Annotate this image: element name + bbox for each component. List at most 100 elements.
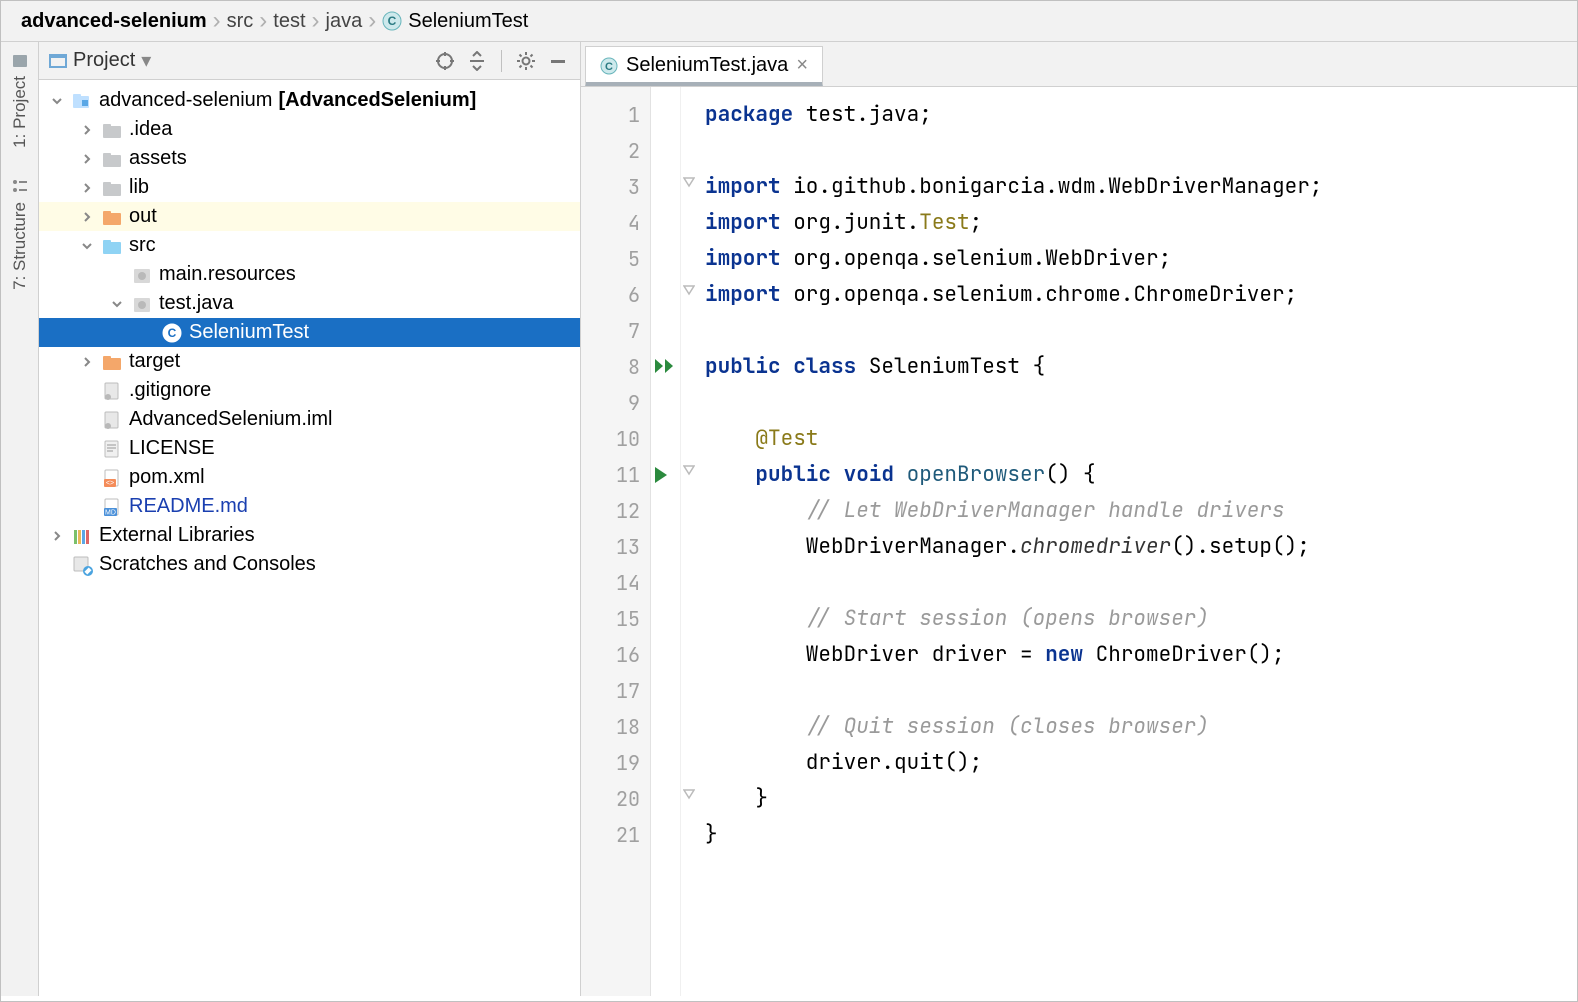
tree-item-label: out bbox=[129, 205, 157, 228]
run-test-icon[interactable] bbox=[655, 465, 671, 485]
line-number: 19 bbox=[587, 745, 640, 781]
class-icon: C bbox=[382, 11, 402, 31]
fold-gutter[interactable] bbox=[681, 87, 701, 996]
tree-item[interactable]: test.java bbox=[39, 289, 580, 318]
tree-item-label: .gitignore bbox=[129, 379, 211, 402]
tree-item[interactable]: advanced-selenium [AdvancedSelenium] bbox=[39, 86, 580, 115]
folder-orange-icon bbox=[101, 206, 123, 228]
code-line[interactable]: // Let WebDriverManager handle drivers bbox=[705, 493, 1567, 529]
panel-title: Project bbox=[73, 49, 135, 72]
fold-icon[interactable] bbox=[683, 177, 695, 193]
code-line[interactable]: public class SeleniumTest { bbox=[705, 349, 1567, 385]
code-line[interactable]: @Test bbox=[705, 421, 1567, 457]
tree-item[interactable]: <>pom.xml bbox=[39, 463, 580, 492]
breadcrumb-item[interactable]: SeleniumTest bbox=[408, 10, 528, 33]
tree-item[interactable]: LICENSE bbox=[39, 434, 580, 463]
line-number: 4 bbox=[587, 205, 640, 241]
locate-icon[interactable] bbox=[433, 49, 457, 73]
tree-item[interactable]: .idea bbox=[39, 115, 580, 144]
fold-icon[interactable] bbox=[683, 285, 695, 301]
chevron-down-icon[interactable] bbox=[79, 238, 95, 254]
editor-tab[interactable]: C SeleniumTest.java × bbox=[585, 46, 823, 86]
tree-item[interactable]: out bbox=[39, 202, 580, 231]
code-line[interactable]: package test.java; bbox=[705, 97, 1567, 133]
breadcrumb-item[interactable]: advanced-selenium bbox=[21, 10, 207, 33]
run-class-icon[interactable] bbox=[655, 357, 677, 377]
line-number: 9 bbox=[587, 385, 640, 421]
close-icon[interactable]: × bbox=[796, 54, 808, 77]
tree-item-label: advanced-selenium bbox=[99, 89, 272, 112]
breadcrumb-separator: › bbox=[368, 9, 376, 33]
dropdown-icon[interactable]: ▾ bbox=[141, 48, 151, 73]
project-tree[interactable]: advanced-selenium [AdvancedSelenium].ide… bbox=[39, 80, 580, 996]
code-line[interactable]: // Start session (opens browser) bbox=[705, 601, 1567, 637]
editor-tabbar: C SeleniumTest.java × bbox=[581, 42, 1577, 87]
run-marker-gutter[interactable] bbox=[651, 87, 681, 996]
structure-icon bbox=[11, 178, 29, 196]
folder-orange-icon bbox=[101, 351, 123, 373]
line-number: 3 bbox=[587, 169, 640, 205]
code-line[interactable]: // Quit session (closes browser) bbox=[705, 709, 1567, 745]
tree-item[interactable]: lib bbox=[39, 173, 580, 202]
tree-item-label: src bbox=[129, 234, 156, 257]
tree-item[interactable]: CSeleniumTest bbox=[39, 318, 580, 347]
collapse-all-icon[interactable] bbox=[465, 49, 489, 73]
tree-item[interactable]: External Libraries bbox=[39, 521, 580, 550]
gear-icon[interactable] bbox=[514, 49, 538, 73]
breadcrumb-item[interactable]: java bbox=[326, 10, 363, 33]
line-number: 1 bbox=[587, 97, 640, 133]
module-moniker: [AdvancedSelenium] bbox=[278, 89, 476, 112]
tree-item[interactable]: assets bbox=[39, 144, 580, 173]
code-content[interactable]: package test.java; import io.github.boni… bbox=[701, 87, 1577, 996]
chevron-right-icon[interactable] bbox=[79, 209, 95, 225]
fold-icon[interactable] bbox=[683, 465, 695, 481]
chevron-right-icon[interactable] bbox=[79, 151, 95, 167]
tree-item[interactable]: .gitignore bbox=[39, 376, 580, 405]
chevron-down-icon[interactable] bbox=[109, 296, 125, 312]
code-line[interactable]: import org.openqa.selenium.chrome.Chrome… bbox=[705, 277, 1567, 313]
hide-icon[interactable] bbox=[546, 49, 570, 73]
folder-gray-icon bbox=[101, 177, 123, 199]
code-line[interactable]: import org.openqa.selenium.WebDriver; bbox=[705, 241, 1567, 277]
breadcrumb-item[interactable]: test bbox=[273, 10, 305, 33]
fold-icon[interactable] bbox=[683, 789, 695, 805]
code-line[interactable] bbox=[705, 565, 1567, 601]
code-line[interactable]: driver.quit(); bbox=[705, 745, 1567, 781]
code-line[interactable]: WebDriver driver = new ChromeDriver(); bbox=[705, 637, 1567, 673]
code-line[interactable] bbox=[705, 313, 1567, 349]
tool-window-project[interactable]: 1: Project bbox=[10, 52, 30, 148]
tree-item[interactable]: target bbox=[39, 347, 580, 376]
code-line[interactable]: import io.github.bonigarcia.wdm.WebDrive… bbox=[705, 169, 1567, 205]
tree-item[interactable]: src bbox=[39, 231, 580, 260]
code-line[interactable]: import org.junit.Test; bbox=[705, 205, 1567, 241]
line-number-gutter: 123456789101112131415161718192021 bbox=[581, 87, 651, 996]
chevron-right-icon[interactable] bbox=[79, 180, 95, 196]
line-number: 10 bbox=[587, 421, 640, 457]
code-line[interactable]: public void openBrowser() { bbox=[705, 457, 1567, 493]
tool-window-structure[interactable]: 7: Structure bbox=[10, 178, 30, 290]
text-icon bbox=[101, 438, 123, 460]
tree-item[interactable]: main.resources bbox=[39, 260, 580, 289]
project-panel: Project ▾ advanced-selenium [AdvancedSel… bbox=[39, 42, 581, 996]
tree-item[interactable]: Scratches and Consoles bbox=[39, 550, 580, 579]
chevron-right-icon[interactable] bbox=[79, 122, 95, 138]
chevron-down-icon[interactable] bbox=[49, 93, 65, 109]
code-line[interactable] bbox=[705, 385, 1567, 421]
tree-item-label: SeleniumTest bbox=[189, 321, 309, 344]
tree-item-label: test.java bbox=[159, 292, 233, 315]
project-icon bbox=[11, 52, 29, 70]
line-number: 7 bbox=[587, 313, 640, 349]
code-line[interactable] bbox=[705, 673, 1567, 709]
code-line[interactable]: WebDriverManager.chromedriver().setup(); bbox=[705, 529, 1567, 565]
file-icon bbox=[101, 380, 123, 402]
code-line[interactable]: } bbox=[705, 781, 1567, 817]
tree-item[interactable]: MDREADME.md bbox=[39, 492, 580, 521]
tree-item[interactable]: AdvancedSelenium.iml bbox=[39, 405, 580, 434]
code-editor[interactable]: 123456789101112131415161718192021 packag… bbox=[581, 87, 1577, 996]
breadcrumb-separator: › bbox=[259, 9, 267, 33]
code-line[interactable]: } bbox=[705, 817, 1567, 853]
code-line[interactable] bbox=[705, 133, 1567, 169]
chevron-right-icon[interactable] bbox=[49, 528, 65, 544]
chevron-right-icon[interactable] bbox=[79, 354, 95, 370]
breadcrumb-item[interactable]: src bbox=[227, 10, 254, 33]
